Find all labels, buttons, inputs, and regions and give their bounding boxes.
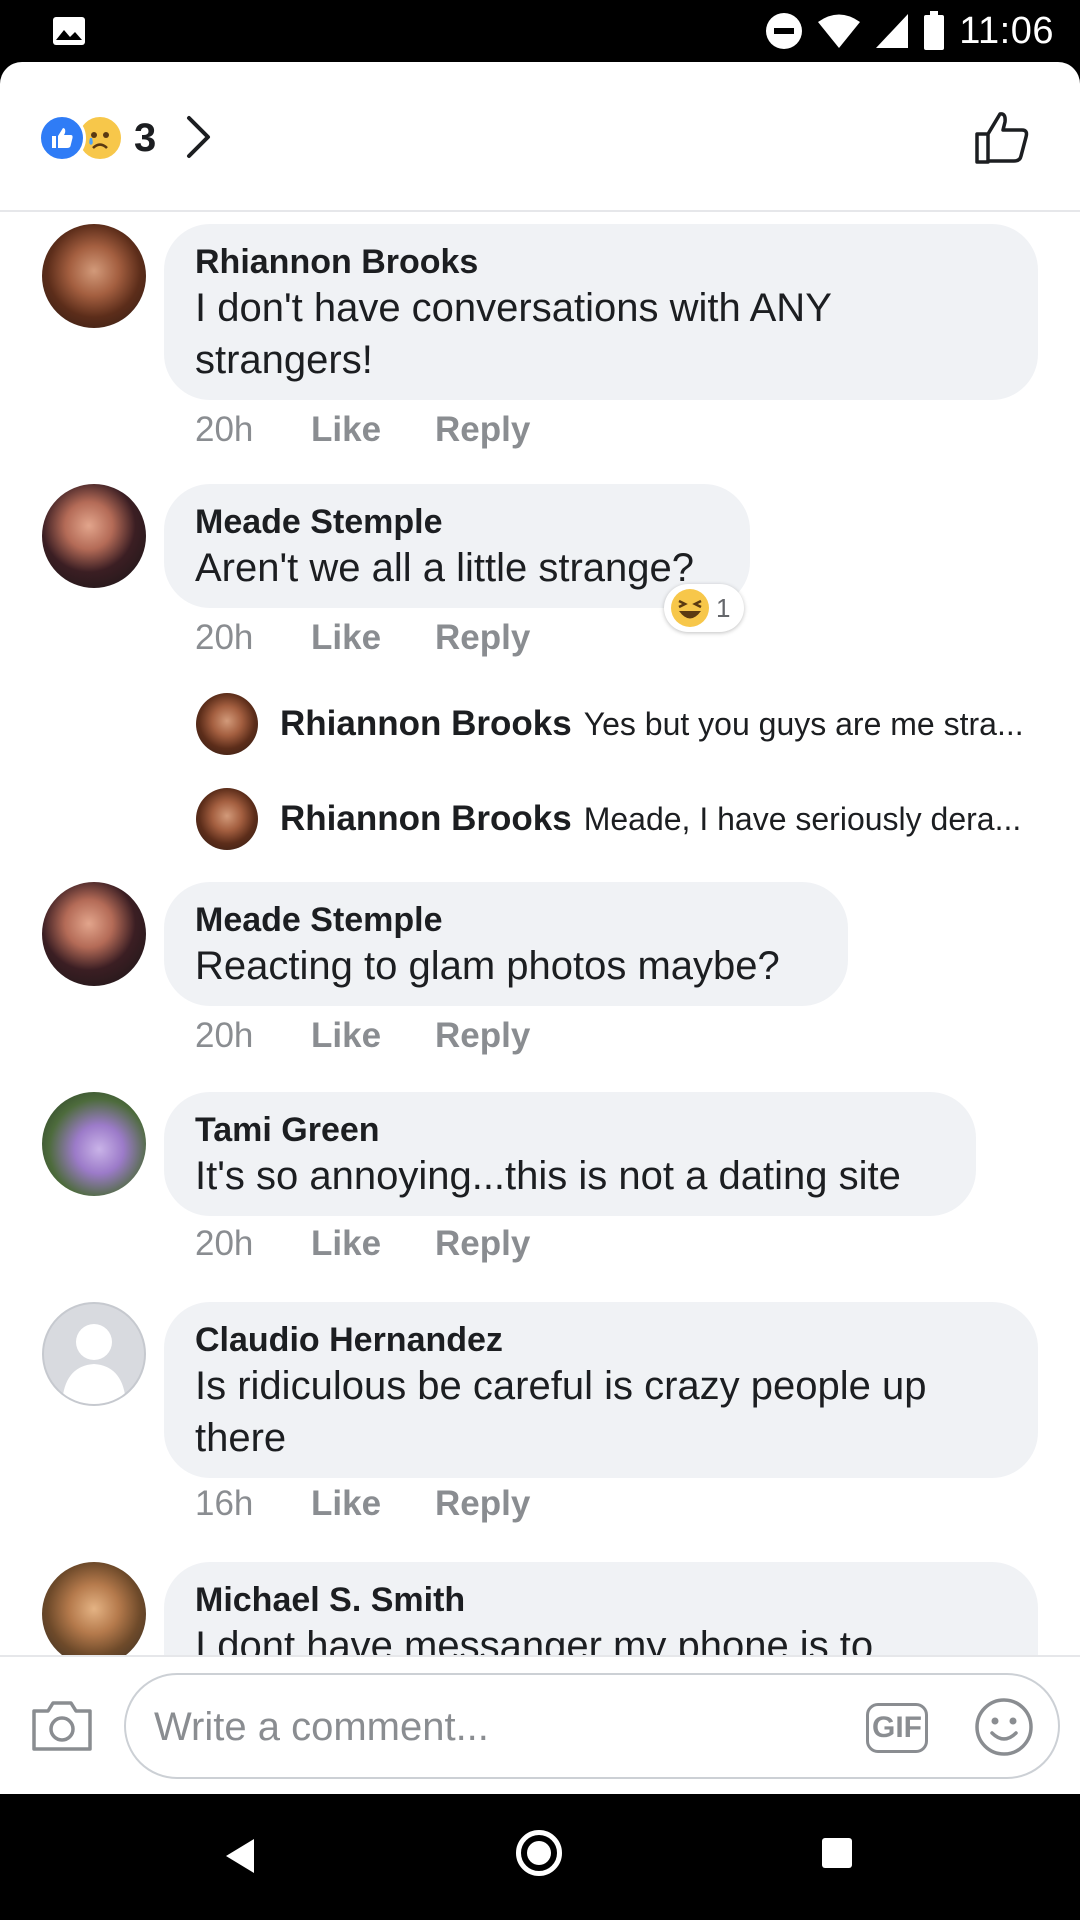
comment-bubble[interactable]: Meade Stemple Reacting to glam photos ma… [164,882,848,1006]
like-reaction-icon [38,114,86,162]
haha-reaction-icon [671,589,709,627]
do-not-disturb-icon [766,13,803,49]
comment-placeholder: Write a comment... [154,1705,489,1749]
commenter-name[interactable]: Michael S. Smith [195,1580,1006,1620]
navigation-bar [0,1794,1080,1920]
battery-icon [924,11,945,50]
commenter-name[interactable]: Rhiannon Brooks [195,242,1006,282]
avatar[interactable] [42,1562,146,1666]
comment-input[interactable]: Write a comment... GIF [124,1673,1060,1779]
avatar[interactable] [196,788,258,850]
reactions-bar[interactable]: 3 [0,62,1080,212]
commenter-name[interactable]: Meade Stemple [195,900,816,940]
reply-button[interactable]: Reply [435,618,530,658]
avatar[interactable] [42,1302,146,1406]
like-button[interactable]: Like [311,410,435,450]
emoji-icon[interactable] [974,1697,1034,1757]
comment-time: 20h [195,1016,254,1055]
reply-text: Yes but you guys are me stra... [583,705,1024,742]
comment-actions: 20h Like Reply [195,618,530,658]
reply-button[interactable]: Reply [435,410,530,450]
avatar[interactable] [42,1092,146,1196]
status-bar: 11:06 [0,0,1080,62]
gif-button[interactable]: GIF [866,1703,928,1753]
clock: 11:06 [959,9,1054,52]
comment-actions: 16h Like Reply [195,1484,530,1524]
comment-text: It's so annoying...this is not a dating … [195,1154,901,1198]
signal-icon [876,14,909,48]
recent-apps-icon[interactable] [822,1838,852,1868]
reply-button[interactable]: Reply [435,1016,530,1056]
commenter-name[interactable]: Claudio Hernandez [195,1320,1006,1360]
reply-text: Meade, I have seriously dera... [583,800,1022,837]
reply-preview[interactable]: Rhiannon Brooks Meade, I have seriously … [196,788,1056,850]
like-button[interactable]: Like [311,1484,435,1524]
comment-list[interactable]: Rhiannon Brooks I don't have conversatio… [0,212,1080,1716]
reaction-count: 1 [716,592,731,623]
camera-icon[interactable] [30,1695,94,1753]
comment-actions: 20h Like Reply [195,410,530,450]
comment-time: 20h [195,410,254,449]
commenter-name[interactable]: Meade Stemple [195,502,718,542]
comment-composer: Write a comment... GIF [0,1655,1080,1796]
comment-bubble[interactable]: Rhiannon Brooks I don't have conversatio… [164,224,1038,400]
chevron-right-icon[interactable] [184,114,214,160]
commenter-name[interactable]: Tami Green [195,1110,944,1150]
like-icon[interactable] [974,110,1030,166]
comment-bubble[interactable]: Tami Green It's so annoying...this is no… [164,1092,976,1216]
comment-time: 20h [195,1224,254,1263]
comment-time: 20h [195,618,254,657]
comment-reaction-badge[interactable]: 1 [664,584,744,632]
avatar[interactable] [42,224,146,328]
comment-actions: 20h Like Reply [195,1224,530,1264]
reply-button[interactable]: Reply [435,1224,530,1264]
gallery-icon [53,17,85,45]
home-icon[interactable] [516,1830,562,1876]
comment-text: I don't have conversations with ANY stra… [195,286,832,382]
reply-author[interactable]: Rhiannon Brooks [280,704,572,744]
reply-button[interactable]: Reply [435,1484,530,1524]
back-icon[interactable] [222,1836,258,1876]
wifi-icon [818,14,861,48]
reply-author[interactable]: Rhiannon Brooks [280,799,572,839]
comment-text: Reacting to glam photos maybe? [195,944,780,988]
comment-bubble[interactable]: Claudio Hernandez Is ridiculous be caref… [164,1302,1038,1478]
default-avatar-icon [62,1324,126,1404]
avatar[interactable] [42,484,146,588]
comment-bubble[interactable]: Meade Stemple Aren't we all a little str… [164,484,750,608]
reaction-count: 3 [134,115,157,160]
avatar[interactable] [42,882,146,986]
comment-time: 16h [195,1484,254,1523]
comments-sheet: 3 Rhiannon Brooks I don't have conversat… [0,62,1080,1794]
reply-preview[interactable]: Rhiannon Brooks Yes but you guys are me … [196,693,1056,755]
like-button[interactable]: Like [311,1224,435,1264]
comment-text: Aren't we all a little strange? [195,546,695,590]
comment-actions: 20h Like Reply [195,1016,530,1056]
reaction-summary[interactable]: 3 [38,114,156,162]
like-button[interactable]: Like [311,618,435,658]
comment-text: Is ridiculous be careful is crazy people… [195,1364,927,1460]
avatar[interactable] [196,693,258,755]
like-button[interactable]: Like [311,1016,435,1056]
